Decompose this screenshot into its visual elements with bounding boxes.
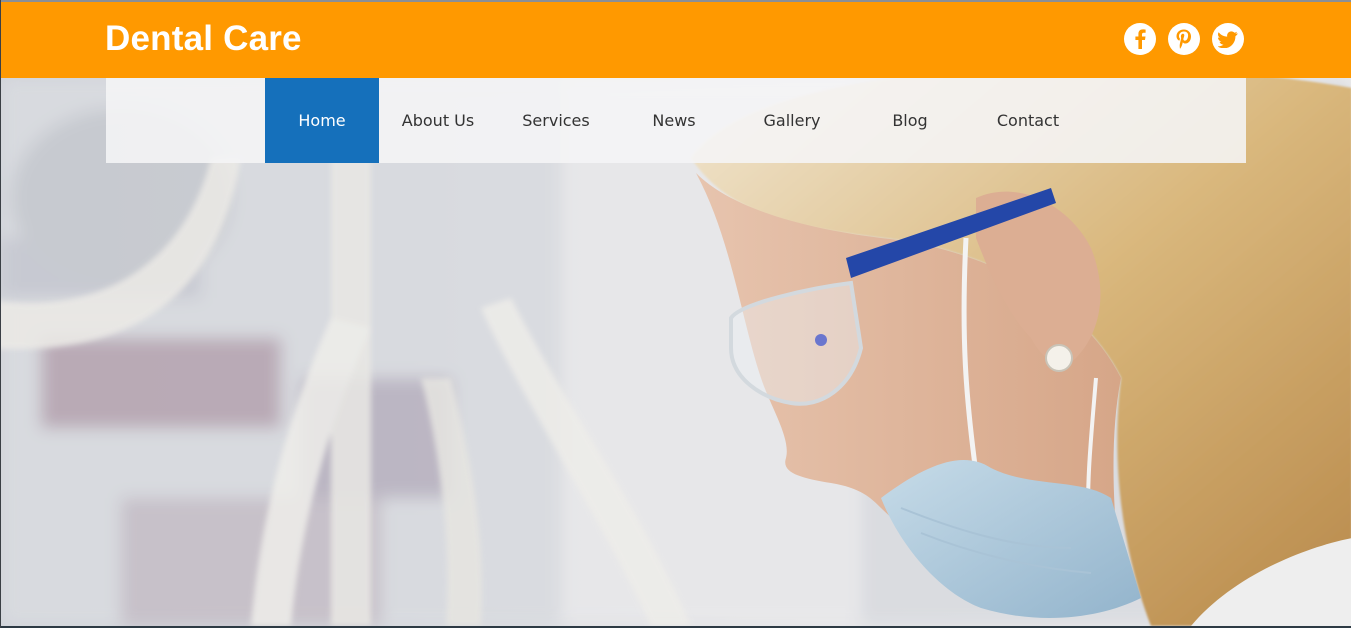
page: Dental Care Home About Us Services News …: [0, 0, 1351, 628]
nav-item-blog[interactable]: Blog: [851, 78, 969, 163]
header-bar: Dental Care: [1, 0, 1351, 78]
social-links: [1124, 23, 1244, 55]
site-logo-text[interactable]: Dental Care: [105, 19, 302, 59]
facebook-icon[interactable]: [1124, 23, 1156, 55]
nav-item-gallery[interactable]: Gallery: [733, 78, 851, 163]
twitter-icon[interactable]: [1212, 23, 1244, 55]
nav-item-about-us[interactable]: About Us: [379, 78, 497, 163]
pinterest-icon[interactable]: [1168, 23, 1200, 55]
nav-item-services[interactable]: Services: [497, 78, 615, 163]
main-navigation: Home About Us Services News Gallery Blog…: [106, 78, 1246, 163]
nav-list: Home About Us Services News Gallery Blog…: [265, 78, 1087, 163]
nav-item-home[interactable]: Home: [265, 78, 379, 163]
nav-item-contact[interactable]: Contact: [969, 78, 1087, 163]
nav-item-news[interactable]: News: [615, 78, 733, 163]
